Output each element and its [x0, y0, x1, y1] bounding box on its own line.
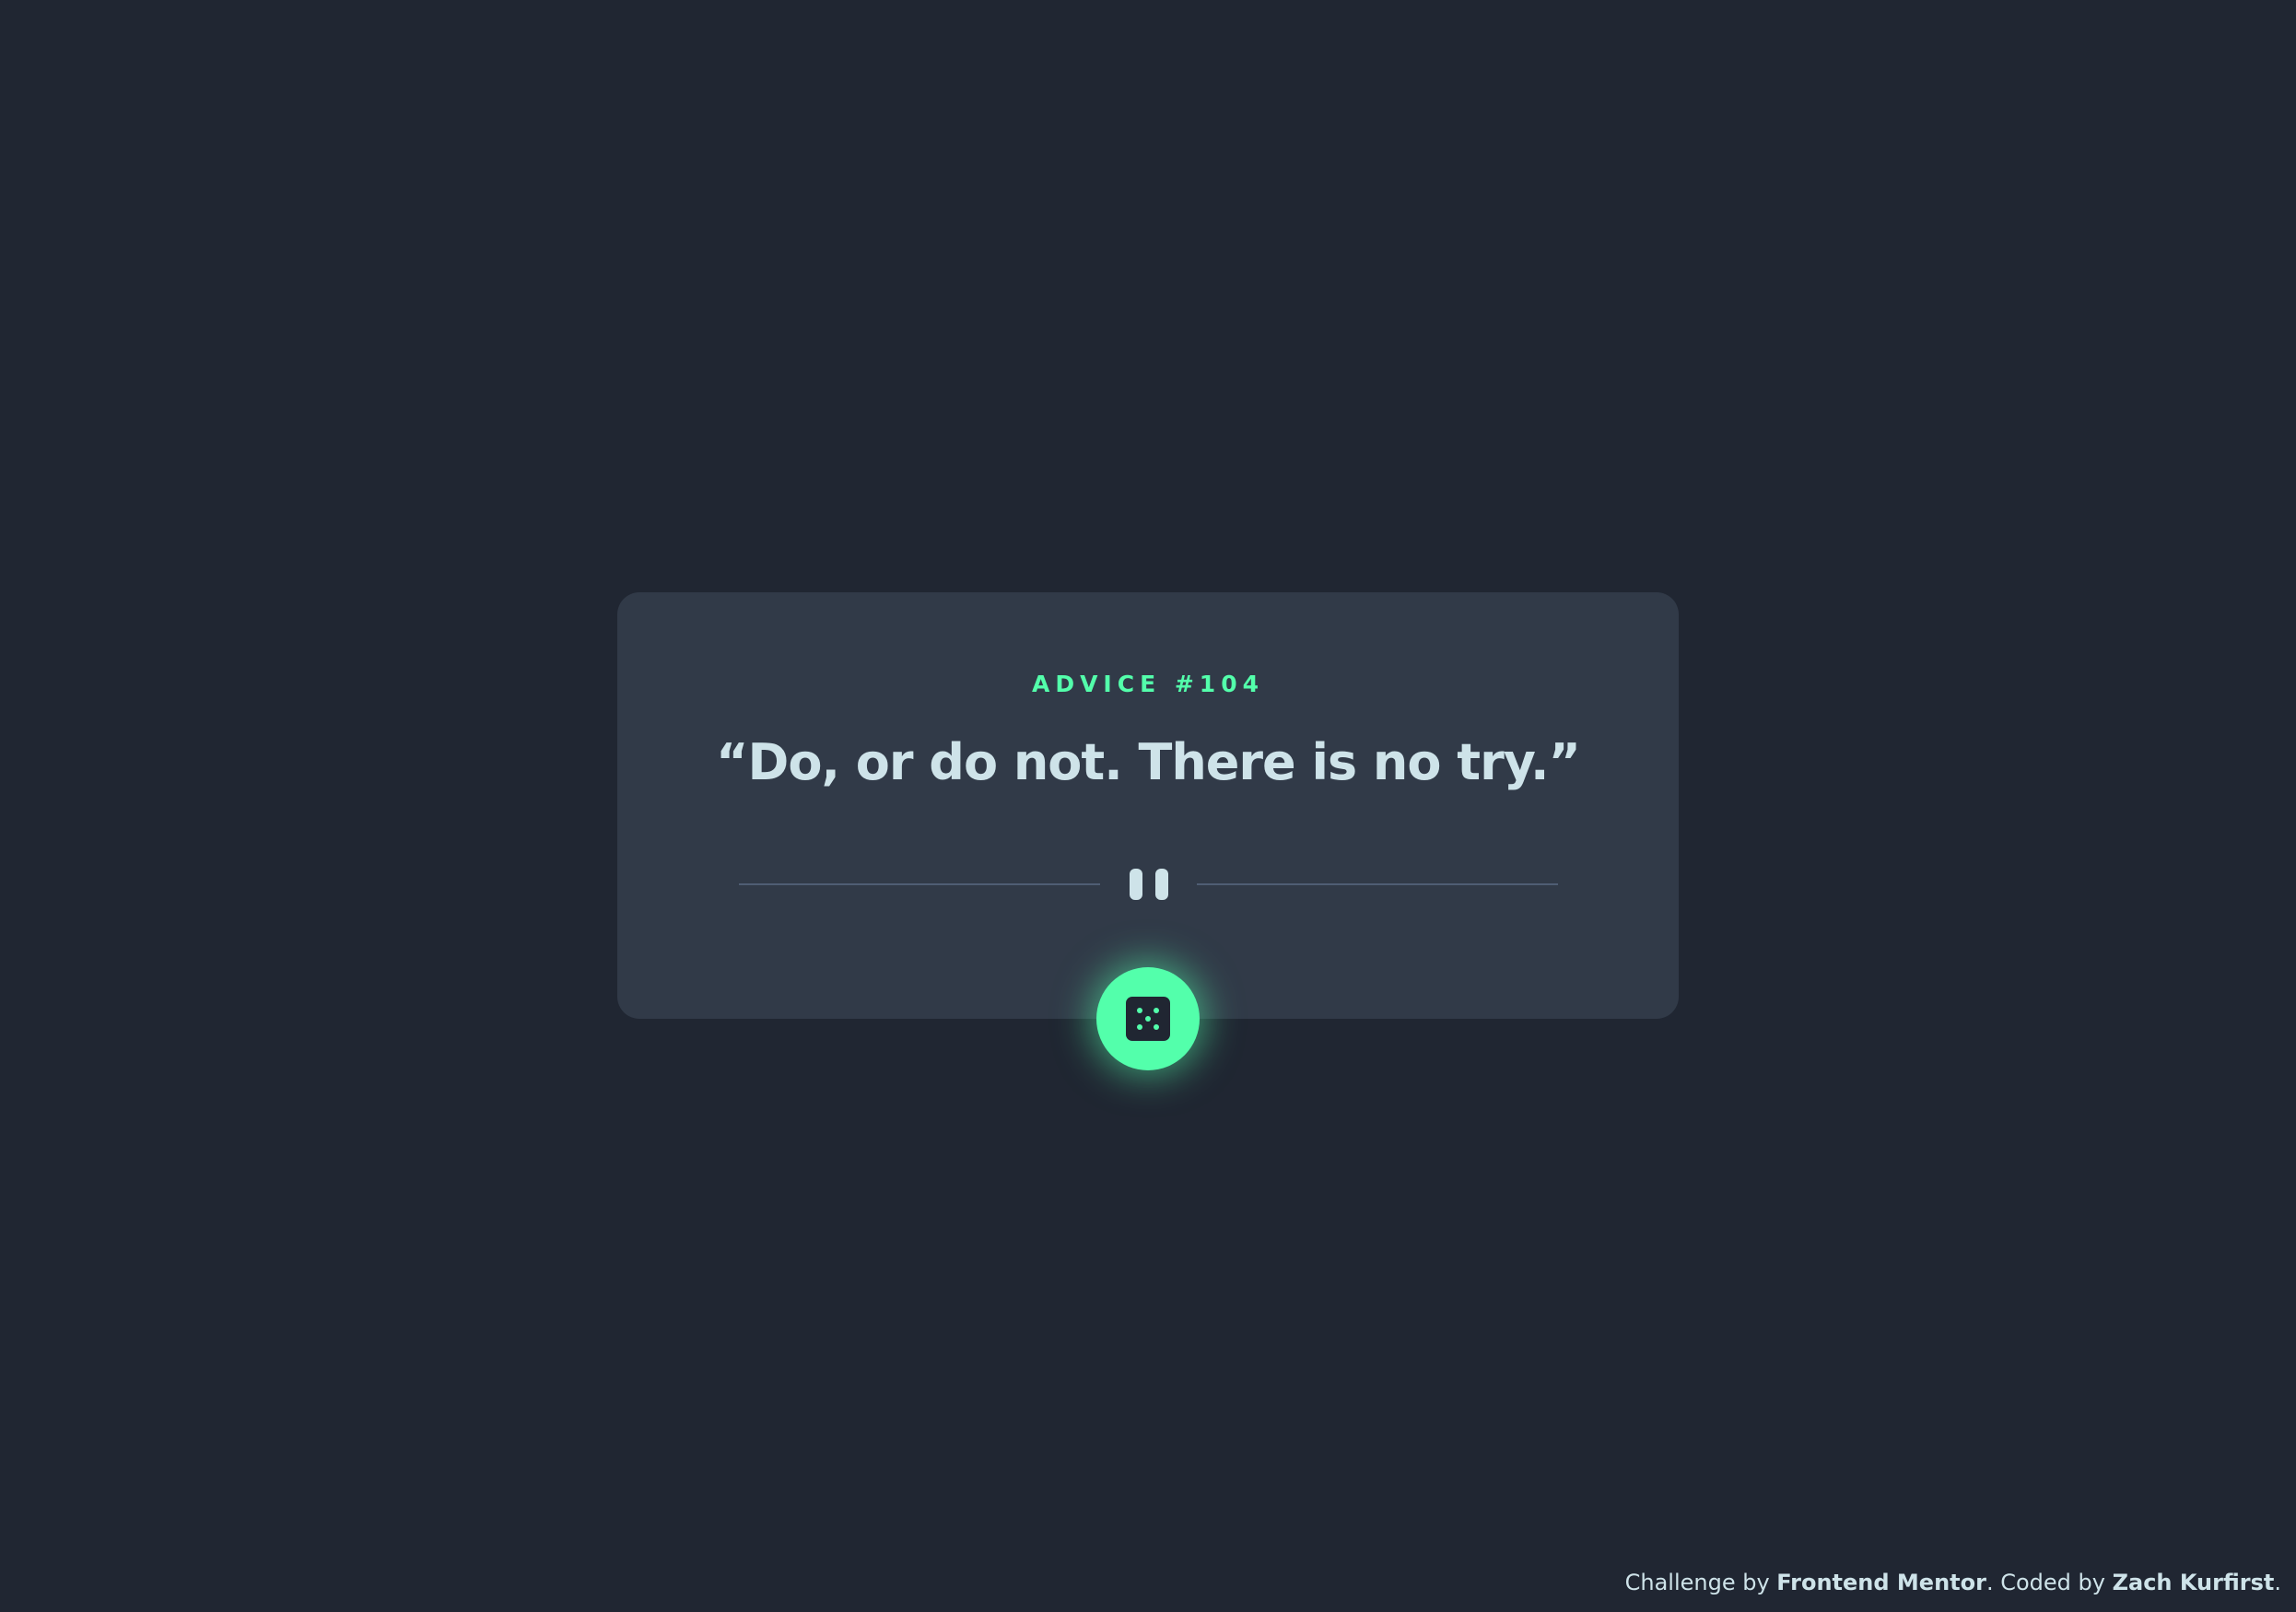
- attribution-footer: Challenge by Frontend Mentor. Coded by Z…: [1625, 1568, 2281, 1597]
- frontend-mentor-link[interactable]: Frontend Mentor: [1776, 1570, 1986, 1595]
- dice-pip: [1137, 1008, 1142, 1013]
- dice-pip: [1154, 1008, 1159, 1013]
- advice-card: ADVICE #104 “Do, or do not. There is no …: [617, 592, 1679, 1019]
- attribution-prefix: Challenge by: [1624, 1570, 1777, 1595]
- dice-pip: [1137, 1024, 1142, 1030]
- attribution-middle: . Coded by: [1986, 1570, 2113, 1595]
- advice-id-label: ADVICE #104: [1031, 671, 1264, 697]
- divider-line-left: [739, 883, 1100, 885]
- divider-line-right: [1197, 883, 1558, 885]
- pause-bar-right: [1155, 869, 1168, 900]
- dice-pip: [1154, 1024, 1159, 1030]
- pause-bar-left: [1130, 869, 1142, 900]
- generate-advice-button[interactable]: [1096, 967, 1200, 1070]
- advice-quote: “Do, or do not. There is no try.”: [716, 733, 1581, 791]
- attribution-suffix: .: [2274, 1570, 2281, 1595]
- author-link[interactable]: Zach Kurfirst: [2113, 1570, 2275, 1595]
- divider: [739, 869, 1558, 900]
- dice-icon: [1126, 997, 1170, 1041]
- dice-pip: [1145, 1016, 1151, 1022]
- pause-icon: [1130, 869, 1168, 900]
- page: ADVICE #104 “Do, or do not. There is no …: [0, 0, 2296, 1612]
